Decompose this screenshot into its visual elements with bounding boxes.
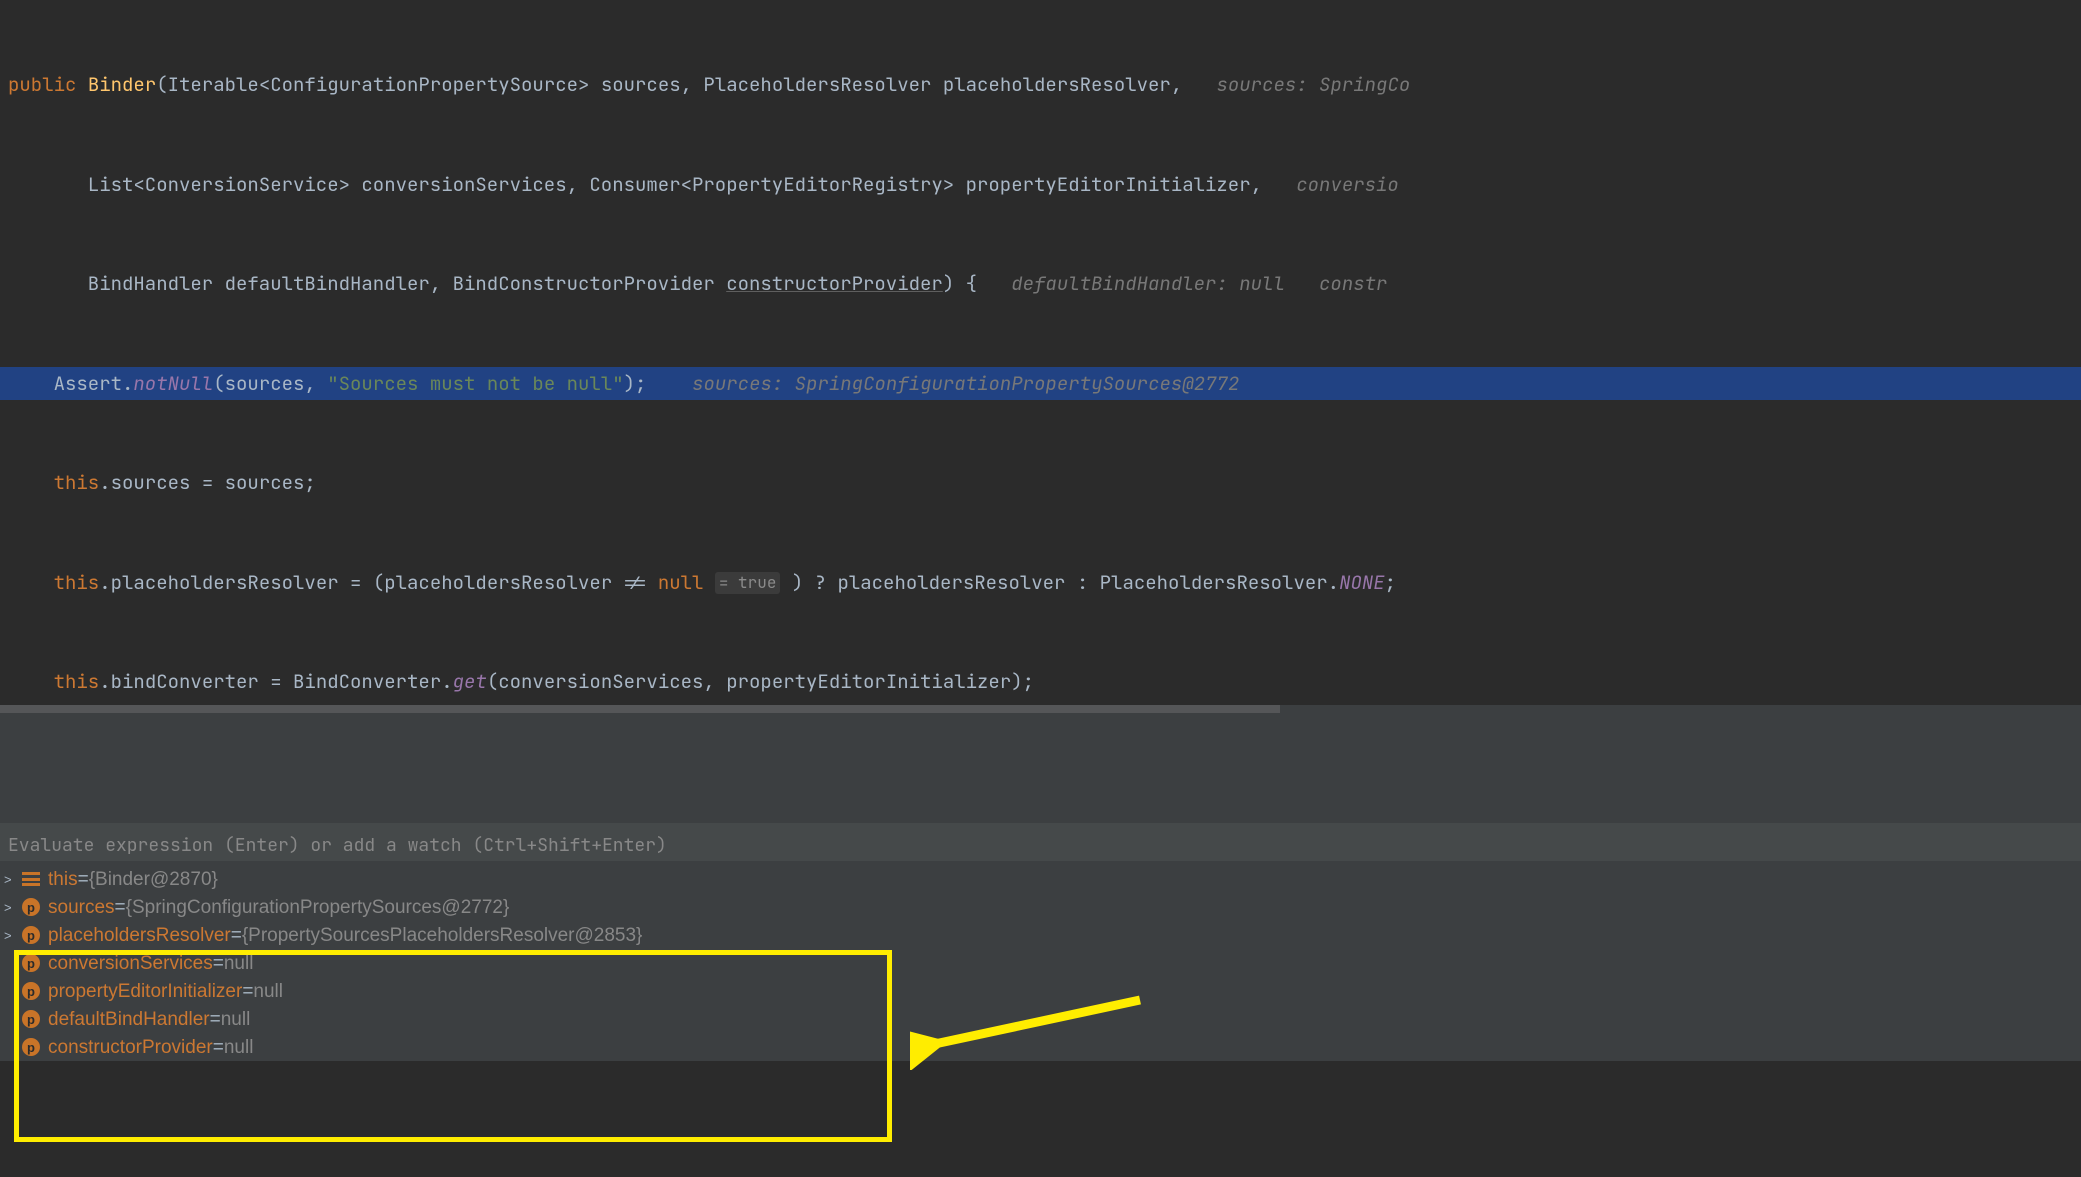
variable-row-constructorProvider[interactable]: p constructorProvider = null bbox=[0, 1033, 2081, 1061]
inline-hint: sources: SpringCo bbox=[1216, 72, 1410, 97]
variable-value: null bbox=[224, 950, 254, 977]
variable-value: {Binder@2870} bbox=[89, 866, 218, 893]
variable-value: null bbox=[224, 1034, 254, 1061]
inline-hint: conversio bbox=[1296, 172, 1399, 197]
variable-value: {PropertySourcesPlaceholdersResolver@285… bbox=[242, 922, 643, 949]
parameter-icon: p bbox=[22, 926, 40, 944]
code-line-2[interactable]: List<ConversionService> conversionServic… bbox=[0, 168, 2081, 202]
code-line-4-execution[interactable]: Assert.notNull(sources, "Sources must no… bbox=[0, 367, 2081, 401]
variable-name: sources bbox=[48, 894, 115, 921]
horizontal-scrollbar[interactable] bbox=[0, 705, 2081, 713]
equals-sign: = bbox=[115, 894, 126, 921]
code-line-1[interactable]: public Binder(Iterable<ConfigurationProp… bbox=[0, 68, 2081, 102]
parameter-icon: p bbox=[22, 1010, 40, 1028]
variable-name: conversionServices bbox=[48, 950, 213, 977]
parameter-icon: p bbox=[22, 954, 40, 972]
code-line-5[interactable]: this.sources = sources; bbox=[0, 466, 2081, 500]
variable-row-conversionServices[interactable]: p conversionServices = null bbox=[0, 949, 2081, 977]
variable-name: this bbox=[48, 866, 78, 893]
variable-value: null bbox=[253, 978, 283, 1005]
panel-divider[interactable] bbox=[0, 713, 2081, 823]
parameter-icon: p bbox=[22, 898, 40, 916]
inline-hint: constr bbox=[1319, 271, 1387, 296]
expand-chevron-icon[interactable]: > bbox=[4, 922, 22, 949]
variable-row-propertyEditorInitializer[interactable]: p propertyEditorInitializer = null bbox=[0, 977, 2081, 1005]
variable-name: placeholdersResolver bbox=[48, 922, 231, 949]
variable-row-this[interactable]: > this = {Binder@2870} bbox=[0, 865, 2081, 893]
code-line-7[interactable]: this.bindConverter = BindConverter.get(c… bbox=[0, 665, 2081, 699]
scrollbar-thumb[interactable] bbox=[0, 705, 1280, 713]
equals-sign: = bbox=[213, 950, 224, 977]
equals-sign: = bbox=[213, 1034, 224, 1061]
equals-sign: = bbox=[210, 1006, 221, 1033]
code-line-6[interactable]: this.placeholdersResolver = (placeholder… bbox=[0, 566, 2081, 600]
evaluate-expression-input[interactable]: Evaluate expression (Enter) or add a wat… bbox=[0, 823, 2081, 861]
inline-hint: defaultBindHandler: null bbox=[1011, 271, 1285, 296]
variable-row-sources[interactable]: >p sources = {SpringConfigurationProperty… bbox=[0, 893, 2081, 921]
inline-hint: sources: SpringConfigurationPropertySour… bbox=[692, 371, 1239, 396]
parameter-icon: p bbox=[22, 982, 40, 1000]
parameter-icon: p bbox=[22, 1038, 40, 1056]
variable-name: defaultBindHandler bbox=[48, 1006, 210, 1033]
expand-chevron-icon[interactable]: > bbox=[4, 894, 22, 921]
expand-chevron-icon[interactable]: > bbox=[4, 866, 22, 893]
code-editor[interactable]: public Binder(Iterable<ConfigurationProp… bbox=[0, 0, 2081, 705]
this-icon bbox=[22, 872, 40, 886]
equals-sign: = bbox=[78, 866, 89, 893]
variable-row-placeholdersResolver[interactable]: >p placeholdersResolver = {PropertySource… bbox=[0, 921, 2081, 949]
variable-name: propertyEditorInitializer bbox=[48, 978, 242, 1005]
code-line-3[interactable]: BindHandler defaultBindHandler, BindCons… bbox=[0, 267, 2081, 301]
variable-value: null bbox=[221, 1006, 251, 1033]
variables-panel[interactable]: >this = {Binder@2870}>psources = {Spring… bbox=[0, 861, 2081, 1061]
variable-row-defaultBindHandler[interactable]: p defaultBindHandler = null bbox=[0, 1005, 2081, 1033]
variable-name: constructorProvider bbox=[48, 1034, 213, 1061]
variable-value: {SpringConfigurationPropertySources@2772… bbox=[126, 894, 510, 921]
inline-value-hint: = true bbox=[715, 572, 781, 594]
equals-sign: = bbox=[231, 922, 242, 949]
equals-sign: = bbox=[242, 978, 253, 1005]
placeholder-text: Evaluate expression (Enter) or add a wat… bbox=[8, 834, 667, 857]
